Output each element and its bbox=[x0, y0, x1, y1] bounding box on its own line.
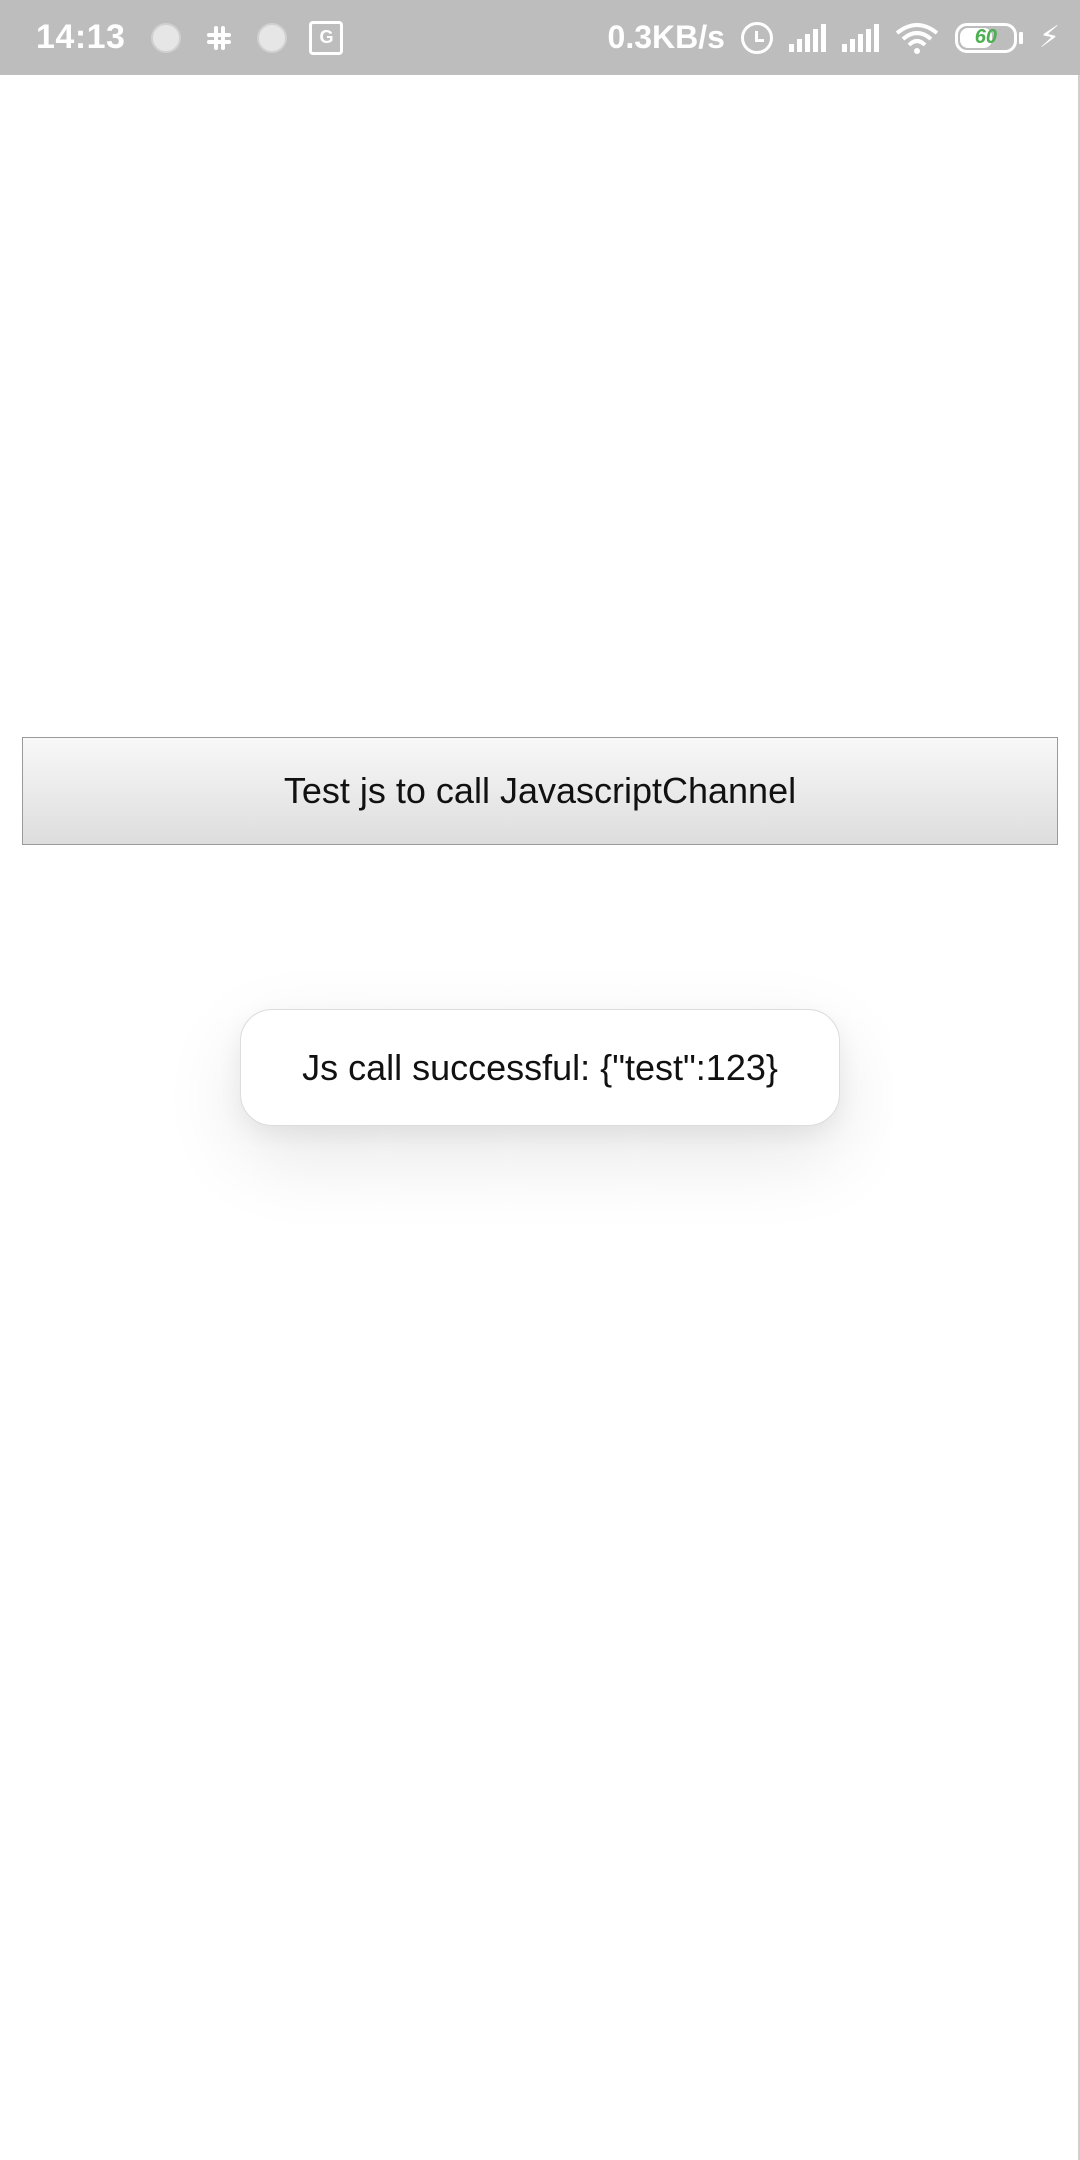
signal-icon bbox=[788, 23, 826, 52]
wifi-icon bbox=[895, 22, 939, 54]
battery-level: 60 bbox=[974, 26, 998, 48]
notification-icons: G bbox=[151, 20, 344, 55]
test-js-channel-button[interactable]: Test js to call JavascriptChannel bbox=[22, 737, 1058, 845]
toast-message: Js call successful: {"test":123} bbox=[240, 1009, 840, 1126]
translate-icon: G bbox=[309, 20, 344, 55]
alarm-icon bbox=[740, 21, 773, 54]
status-bar: 14:13 G 0.3KB/s 60 ⚡ bbox=[0, 0, 1080, 75]
slack-icon bbox=[203, 22, 235, 54]
charging-icon: ⚡ bbox=[1038, 21, 1060, 54]
net-speed: 0.3KB/s bbox=[607, 19, 725, 55]
notification-dot-icon bbox=[151, 22, 182, 53]
notification-dot-icon bbox=[257, 22, 288, 53]
signal-icon bbox=[841, 23, 879, 52]
status-time: 14:13 bbox=[36, 18, 126, 56]
screen: 14:13 G 0.3KB/s 60 ⚡ Test js to call Jav… bbox=[0, 0, 1080, 2160]
status-right: 0.3KB/s 60 ⚡ bbox=[608, 19, 1060, 56]
battery-icon: 60 bbox=[954, 22, 1023, 53]
